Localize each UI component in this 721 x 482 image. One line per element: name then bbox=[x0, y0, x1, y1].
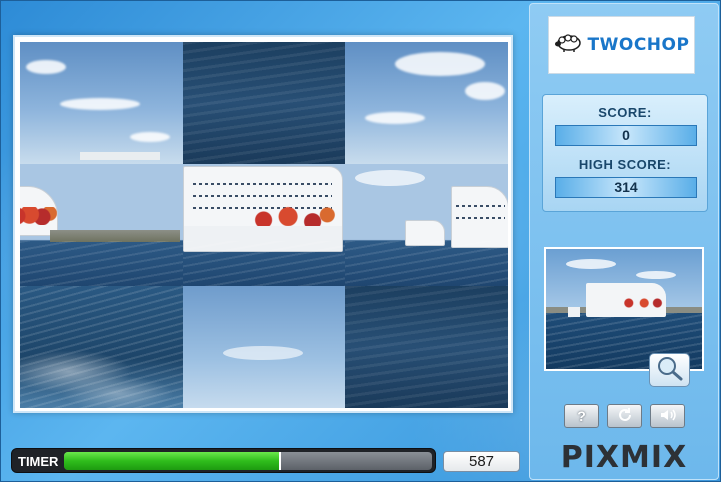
timer-fill bbox=[64, 452, 282, 470]
timer-track bbox=[64, 452, 432, 470]
restart-button[interactable] bbox=[607, 404, 642, 428]
help-label: ? bbox=[577, 408, 586, 424]
logo-text: TWOCHOP bbox=[587, 35, 690, 55]
restart-icon bbox=[617, 407, 633, 426]
puzzle-tile[interactable] bbox=[20, 164, 183, 286]
puzzle-board bbox=[20, 42, 508, 408]
puzzle-tile[interactable] bbox=[20, 286, 183, 408]
twochop-logo[interactable]: TWOCHOP bbox=[548, 16, 695, 74]
puzzle-tile[interactable] bbox=[182, 164, 346, 286]
help-button[interactable]: ? bbox=[564, 404, 599, 428]
score-card: SCORE: 0 HIGH SCORE: 314 bbox=[542, 94, 708, 212]
game-stage: TIMER 587 TWOCHOP SCORE: 0 HIGH SCORE: 3… bbox=[0, 0, 721, 482]
timer-count: 587 bbox=[443, 451, 520, 472]
speaker-icon bbox=[659, 407, 677, 426]
score-value: 0 bbox=[555, 125, 697, 146]
zoom-button[interactable] bbox=[649, 353, 690, 387]
magnifier-icon bbox=[656, 355, 684, 386]
puzzle-tile[interactable] bbox=[345, 164, 508, 286]
sound-button[interactable] bbox=[650, 404, 685, 428]
puzzle-tile[interactable] bbox=[182, 286, 346, 408]
puzzle-tile[interactable] bbox=[345, 42, 508, 164]
puzzle-tile[interactable] bbox=[182, 42, 346, 164]
timer-label: TIMER bbox=[18, 454, 59, 469]
puzzle-tile[interactable] bbox=[345, 286, 508, 408]
timer-bar: TIMER bbox=[11, 448, 436, 473]
high-score-value: 314 bbox=[555, 177, 697, 198]
puzzle-tile[interactable] bbox=[20, 42, 183, 164]
pixmix-brand: PIXMIX bbox=[560, 440, 688, 475]
score-label: SCORE: bbox=[598, 105, 652, 120]
sheep-icon bbox=[554, 33, 584, 58]
high-score-label: HIGH SCORE: bbox=[578, 157, 672, 172]
side-panel: TWOCHOP SCORE: 0 HIGH SCORE: 314 ? PIXMI… bbox=[529, 3, 719, 480]
puzzle-board-frame bbox=[13, 35, 513, 413]
